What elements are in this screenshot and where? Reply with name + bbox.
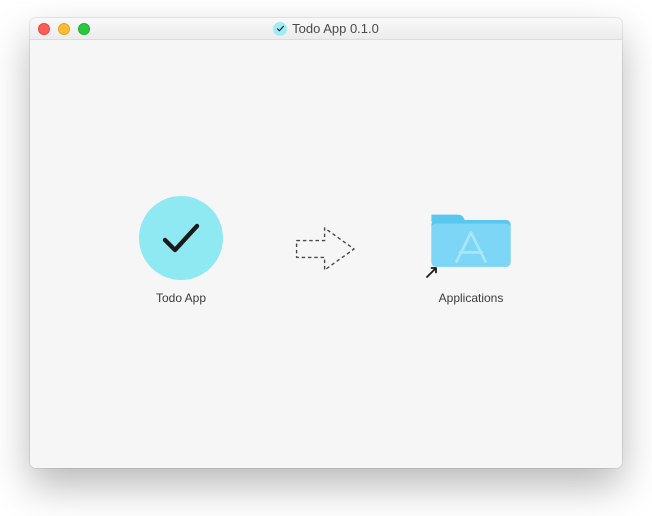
minimize-button[interactable] (58, 23, 70, 35)
arrow-right-icon (291, 219, 361, 279)
titlebar[interactable]: Todo App 0.1.0 (30, 18, 622, 40)
app-icon (139, 196, 223, 280)
folder-icon-wrap (426, 193, 516, 283)
shortcut-arrow-icon (424, 262, 442, 280)
installer-window: Todo App 0.1.0 Todo App (30, 18, 622, 468)
folder-label: Applications (439, 291, 504, 305)
installer-content: Todo App (30, 40, 622, 468)
window-controls (38, 23, 90, 35)
app-bundle[interactable]: Todo App (126, 193, 236, 305)
window-title: Todo App 0.1.0 (292, 21, 379, 36)
window-title-group: Todo App 0.1.0 (30, 21, 622, 36)
app-label: Todo App (156, 291, 206, 305)
drag-arrow (286, 204, 366, 294)
applications-folder[interactable]: Applications (416, 193, 526, 305)
checkmark-icon (157, 214, 205, 262)
checkmark-icon (273, 22, 287, 36)
zoom-button[interactable] (78, 23, 90, 35)
close-button[interactable] (38, 23, 50, 35)
folder-icon (426, 198, 516, 278)
app-icon-wrap (136, 193, 226, 283)
